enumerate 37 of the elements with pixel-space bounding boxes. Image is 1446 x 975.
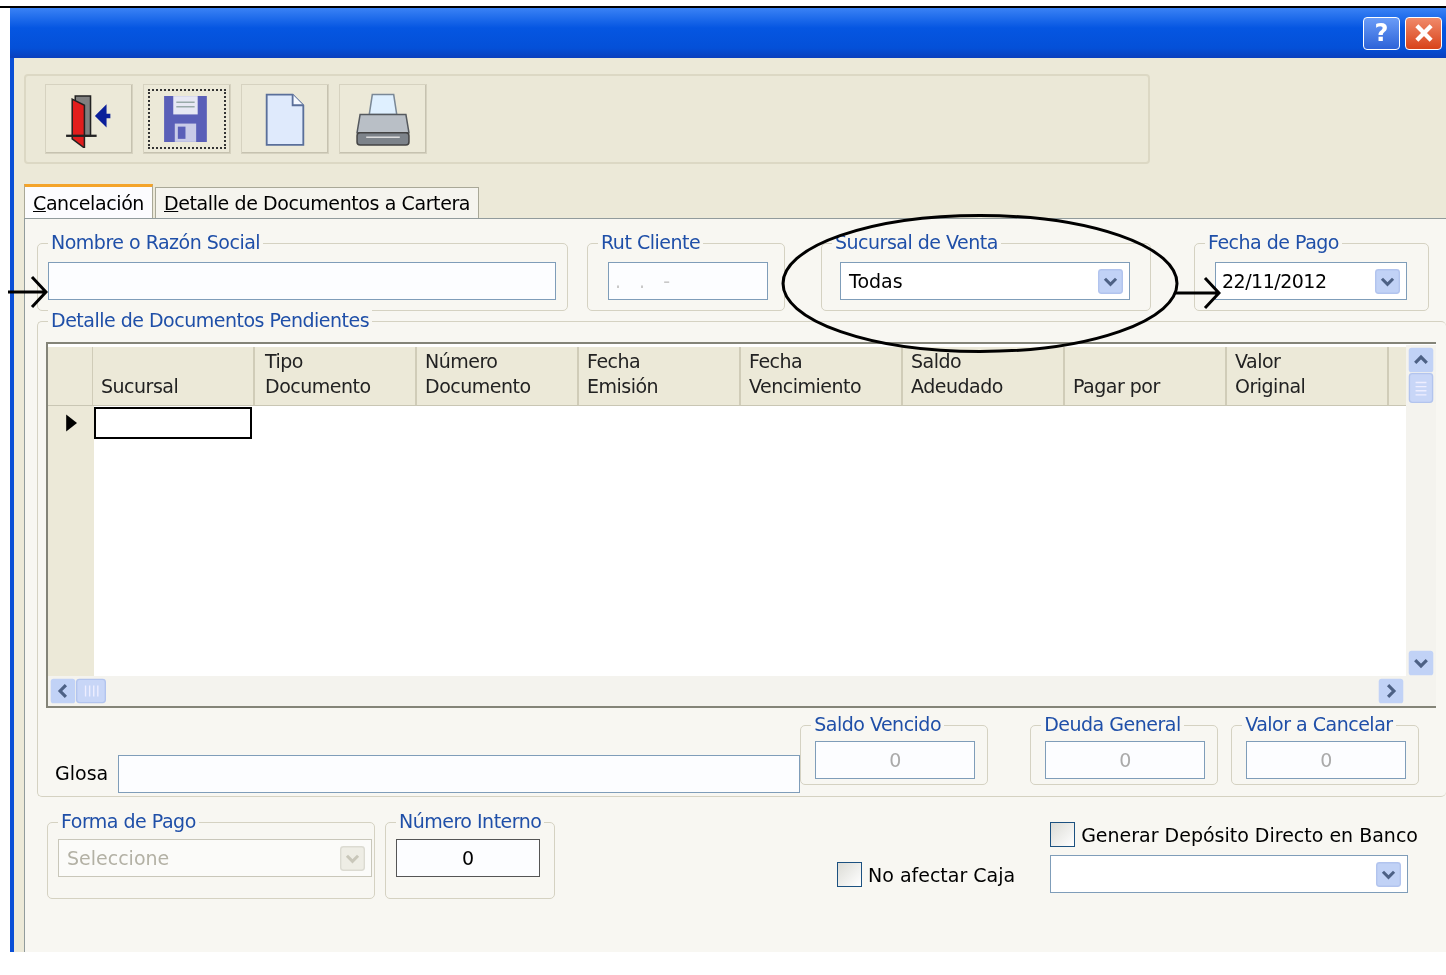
input-field[interactable]: [118, 755, 801, 793]
scroll-up-icon[interactable]: [1408, 347, 1434, 373]
column-header[interactable]: Pagar por: [1065, 347, 1227, 405]
column-header[interactable]: Sucursal: [93, 347, 255, 405]
checkbox[interactable]: No afectar Caja: [837, 862, 1016, 887]
horizontal-scrollbar[interactable]: [48, 676, 1436, 706]
column-header[interactable]: Saldo Adeudado: [903, 347, 1065, 405]
dropdown-field[interactable]: [1050, 855, 1409, 893]
column-header[interactable]: Tipo Documento: [255, 347, 417, 405]
column-header[interactable]: Número Documento: [417, 347, 579, 405]
checkbox[interactable]: Generar Depósito Directo en Banco: [1050, 822, 1418, 847]
dropdown-field[interactable]: Todas: [840, 262, 1130, 300]
toolbar-button[interactable]: [339, 84, 427, 154]
annotation-arrow: [1175, 276, 1221, 310]
scroll-left-icon[interactable]: [50, 678, 76, 704]
close-button[interactable]: [1405, 16, 1442, 50]
toolbar-button[interactable]: [45, 84, 133, 154]
column-header[interactable]: Fecha Emisión: [579, 347, 741, 405]
scroll-right-icon[interactable]: [1378, 678, 1404, 704]
toolbar-button[interactable]: [143, 84, 231, 154]
scroll-down-icon[interactable]: [1408, 650, 1434, 676]
dropdown-field[interactable]: 22/11/2012: [1215, 262, 1407, 300]
tab[interactable]: Cancelación: [24, 184, 153, 219]
vertical-scrollbar[interactable]: [1406, 345, 1436, 676]
tab[interactable]: Detalle de Documentos a Cartera: [155, 187, 480, 218]
field-label: Glosa: [55, 762, 109, 784]
scroll-thumb[interactable]: [1408, 373, 1434, 403]
group-label: Forma de Pago: [58, 810, 199, 832]
table-cell[interactable]: [94, 407, 252, 439]
annotation-arrow: [8, 275, 48, 309]
column-header[interactable]: Valor Original: [1227, 347, 1389, 405]
close-icon: [1413, 23, 1434, 43]
input-field[interactable]: [48, 262, 556, 300]
column-header[interactable]: Fecha Vencimiento: [741, 347, 903, 405]
group-label: Fecha de Pago: [1205, 231, 1342, 253]
input-field[interactable]: 0: [396, 839, 540, 877]
scroll-thumb[interactable]: [76, 678, 106, 704]
